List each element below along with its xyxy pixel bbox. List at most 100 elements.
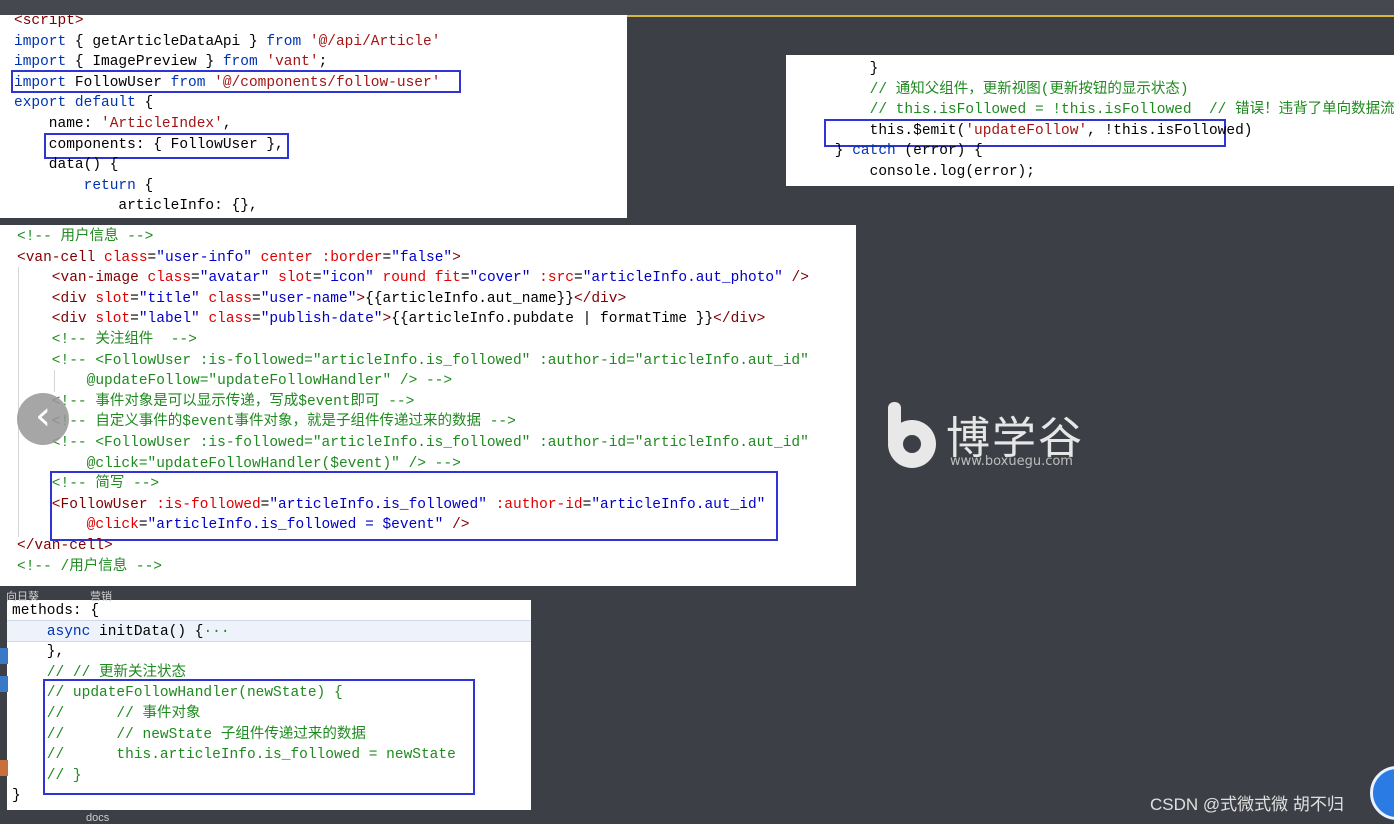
code-token: :src [530, 270, 574, 287]
code-token: "articleInfo.is_followed = $event" [147, 517, 444, 534]
code-line: // // newState 子组件传递过来的数据 [12, 725, 366, 745]
code-token: "icon" [321, 270, 374, 287]
code-token: // // 事件对象 [12, 706, 201, 722]
code-token: = [573, 270, 583, 287]
code-line: import { ImagePreview } from 'vant'; [14, 52, 327, 72]
code-token: = [138, 517, 148, 534]
logo-url: www.boxuegu.com [950, 454, 1073, 469]
code-token: = [130, 290, 139, 307]
code-token: console.log(error); [800, 164, 1035, 180]
code-token: = [251, 311, 261, 328]
code-line: </van-cell> [17, 536, 113, 556]
code-token: { [135, 95, 154, 112]
code-line: <!-- 用户信息 --> [17, 227, 153, 247]
code-token: class [138, 270, 192, 287]
code-token: @click="updateFollowHandler($event)" /> … [17, 455, 461, 472]
code-token: > [452, 249, 461, 266]
code-line: // this.isFollowed = !this.isFollowed //… [800, 100, 1394, 120]
code-token: // // 更新关注状态 [12, 664, 187, 681]
code-token: ··· [203, 623, 230, 640]
code-token: articleInfo: {}, [14, 198, 258, 215]
code-token: export default [14, 95, 136, 112]
code-line: <van-image class="avatar" slot="icon" ro… [17, 268, 809, 288]
code-token: "false" [391, 249, 453, 266]
code-token: "title" [138, 290, 200, 307]
code-token: {{articleInfo.pubdate | formatTime }} [391, 311, 714, 328]
desktop-icon [0, 648, 8, 664]
code-token: slot [86, 311, 131, 328]
code-token: import [14, 74, 67, 91]
code-token: 'ArticleIndex' [101, 116, 223, 132]
code-token: } [800, 143, 853, 160]
code-token: ; [318, 54, 328, 71]
code-token: :is-followed [147, 496, 261, 513]
code-token: name: [14, 116, 102, 132]
code-token: </div> [713, 311, 766, 328]
code-line: console.log(error); [800, 162, 1035, 182]
code-token: /> [443, 517, 470, 534]
previous-button[interactable]: ‹ [17, 393, 69, 445]
code-line: // 通知父组件，更新视图(更新按钮的显示状态) [800, 80, 1189, 100]
code-token: = [130, 311, 139, 328]
code-line: return { [14, 176, 154, 196]
code-token: async [46, 623, 91, 640]
code-token: "user-info" [156, 249, 252, 266]
code-panel-template: <!-- 用户信息 --> <van-cell class="user-info"… [0, 225, 856, 586]
code-token: // this.isFollowed = !this.isFollowed //… [800, 102, 1394, 119]
code-panel-methods: methods: { async initData() {··· }, // /… [7, 600, 531, 810]
code-token: <van-image [17, 270, 139, 287]
code-line: data() { [14, 155, 119, 175]
code-token: // 通知父组件，更新视图(更新按钮的显示状态) [800, 81, 1189, 98]
code-token: <div [17, 290, 87, 307]
code-token: from [266, 33, 302, 50]
code-token: // } [12, 767, 82, 784]
code-token: components: { FollowUser }, [14, 136, 284, 153]
code-token: , !this.isFollowed) [1087, 122, 1253, 139]
code-token: = [382, 249, 392, 266]
floating-action-button[interactable] [1370, 766, 1394, 820]
code-token: from [170, 74, 206, 91]
code-token: { [135, 177, 154, 194]
code-line: } [12, 786, 21, 806]
boxuegu-logo: 博学谷 www.boxuegu.com [878, 398, 1088, 478]
code-token: import [14, 54, 67, 71]
code-token: methods: { [12, 603, 100, 619]
code-token: slot [86, 290, 131, 307]
code-line: methods: { [12, 601, 99, 621]
code-token: </div> [573, 290, 627, 307]
code-token: (error) { [895, 143, 983, 160]
code-token: </van-cell> [17, 538, 113, 554]
code-token: catch [852, 143, 896, 160]
code-token: { ImagePreview } [66, 54, 223, 71]
code-token: "publish-date" [260, 311, 383, 328]
code-token: @updateFollow="updateFollowHandler" /> -… [17, 373, 453, 390]
code-token: <!-- 自定义事件的$event事件对象，就是子组件传递过来的数据 --> [17, 414, 516, 431]
code-token: <!-- <FollowUser :is-followed="articleIn… [17, 435, 809, 451]
code-line: @updateFollow="updateFollowHandler" /> -… [17, 371, 452, 391]
code-line: <FollowUser :is-followed="articleInfo.is… [17, 495, 766, 515]
desktop-icon-label: 营销 [90, 591, 112, 603]
code-token: <!-- /用户信息 --> [17, 558, 163, 575]
csdn-watermark: CSDN @式微式微 胡不归 [1150, 795, 1344, 814]
code-token: 'vant' [266, 54, 319, 71]
code-line: <!-- /用户信息 --> [17, 557, 162, 577]
code-token: "articleInfo.aut_id" [591, 496, 766, 513]
code-token: class [199, 290, 252, 307]
code-token: <div [17, 311, 87, 328]
code-token: = [312, 270, 322, 287]
code-token: = [251, 290, 261, 307]
code-line: <!-- <FollowUser :is-followed="articleIn… [17, 433, 809, 453]
code-token: class [199, 311, 252, 328]
code-line: // updateFollowHandler(newState) { [12, 683, 343, 703]
code-line: async initData() {··· [12, 622, 230, 642]
code-token: /> [782, 270, 809, 287]
code-token: initData() { [90, 623, 204, 640]
desktop-icon [0, 760, 8, 776]
code-token: :border [312, 249, 383, 266]
code-line: // // 事件对象 [12, 704, 201, 724]
code-token: > [382, 311, 392, 328]
code-line: <!-- 简写 --> [17, 474, 159, 494]
